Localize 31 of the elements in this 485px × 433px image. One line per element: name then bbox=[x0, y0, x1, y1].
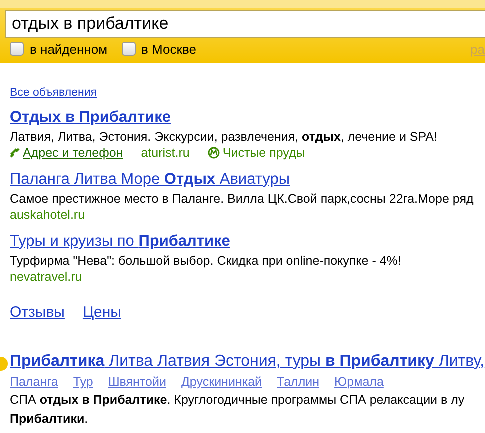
ad-link[interactable]: Отзывы bbox=[10, 304, 65, 321]
ad-url[interactable]: nevatravel.ru bbox=[10, 270, 485, 284]
contact-link[interactable]: Адрес и телефон bbox=[23, 146, 124, 160]
result-snippet: СПА отдых в Прибалтике. Круглогодичные программы СПА релаксации в лу bbox=[10, 392, 466, 408]
search-field[interactable]: отдых в прибалтике bbox=[5, 10, 485, 38]
checkbox[interactable] bbox=[122, 42, 136, 56]
sitelink[interactable]: Швянтойи bbox=[108, 375, 166, 389]
ad-title-link[interactable]: Туры и круизы по Прибалтике bbox=[10, 233, 230, 250]
ad-url[interactable]: aturist.ru bbox=[141, 146, 190, 160]
all-ads-link[interactable]: Все объявления bbox=[10, 87, 97, 99]
favicon-icon bbox=[0, 357, 8, 371]
ad-description: Латвия, Литва, Эстония. Экскурсии, развлечения, отдых, лечение и SPA! bbox=[10, 130, 438, 144]
metro-station: Чистые пруды bbox=[222, 146, 306, 160]
result-title-link[interactable]: Прибалтика Литва Латвия Эстония, туры в Прибалтику Литву, bbox=[10, 353, 485, 370]
ad-title-link[interactable]: Паланга Литва Море Отдых Авиатуры bbox=[10, 171, 290, 188]
result-snippet: Прибалтики. bbox=[10, 411, 90, 427]
sitelink[interactable]: Тур bbox=[73, 375, 94, 389]
ad-description: Самое престижное место в Паланге. Вилла ЦК.Свой парк,сосны 22га.Море ряд bbox=[10, 192, 475, 206]
phone-icon bbox=[10, 148, 20, 158]
sitelink[interactable]: Юрмала bbox=[334, 375, 384, 389]
ad-link[interactable]: Цены bbox=[82, 304, 122, 321]
sitelink[interactable]: Паланга bbox=[10, 375, 58, 389]
sitelink[interactable]: Друскининкай bbox=[181, 375, 262, 389]
checkbox[interactable] bbox=[10, 42, 24, 56]
metro-icon bbox=[208, 147, 220, 159]
ad-title-link[interactable]: Отдых в Прибалтике bbox=[10, 109, 171, 126]
checkbox-label[interactable]: в найденном bbox=[30, 42, 108, 56]
ad-url[interactable]: auskahotel.ru bbox=[10, 208, 485, 222]
sitelink[interactable]: Таллин bbox=[277, 375, 320, 389]
checkbox-label[interactable]: в Москве bbox=[142, 42, 196, 56]
ad-description: Турфирма "Нева": большой выбор. Скидка при online-покупке - 4%! bbox=[10, 254, 402, 268]
